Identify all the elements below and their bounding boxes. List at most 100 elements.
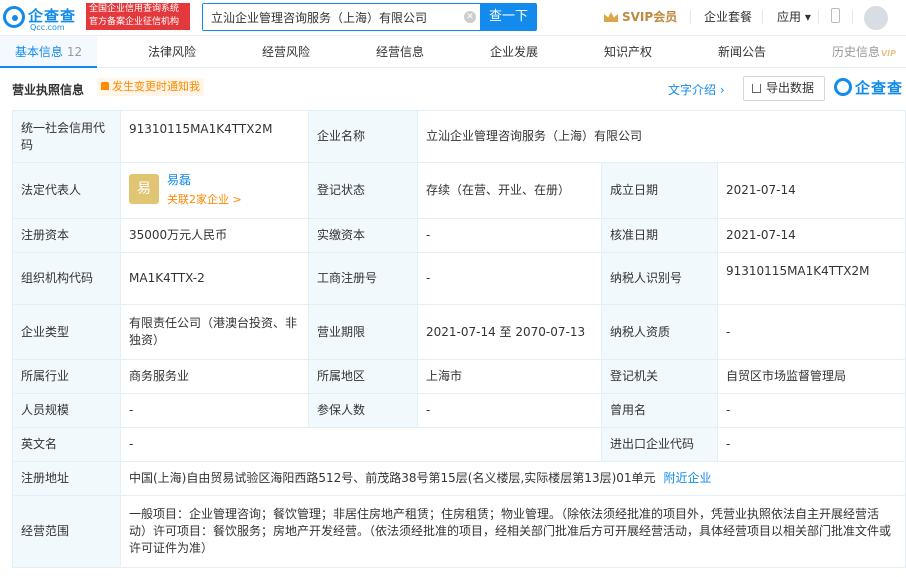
svip-link[interactable]: SVIP会员 bbox=[604, 8, 677, 25]
tab-operating-info[interactable]: 经营信息 bbox=[358, 36, 442, 68]
top-header: 企查查 Qcc.com 全国企业信用查询系统 官方备案企业征信机构 ✕ 查一下 … bbox=[0, 0, 906, 36]
tab-ip[interactable]: 知识产权 bbox=[586, 36, 670, 68]
table-row: 组织机构代码 MA1K4TTX-2 工商注册号 - 纳税人识别号 9131011… bbox=[12, 252, 906, 305]
est-date-value: 2021-07-14 bbox=[717, 162, 906, 219]
company-type-value: 有限责任公司（港澳台投资、非独资） bbox=[120, 304, 309, 360]
divider bbox=[762, 10, 763, 24]
reg-status-value: 存续（在营、开业、在册） bbox=[417, 162, 602, 219]
staff-value: - bbox=[120, 393, 309, 428]
official-badge: 全国企业信用查询系统 官方备案企业征信机构 bbox=[86, 3, 190, 30]
table-row: 经营范围 一般项目：企业管理咨询；餐饮管理；非居住房地产租赁；住房租赁；物业管理… bbox=[12, 495, 906, 568]
table-row: 英文名 - 进出口企业代码 - bbox=[12, 427, 906, 462]
search-button[interactable]: 查一下 bbox=[480, 3, 537, 31]
export-button[interactable]: 导出数据 bbox=[743, 76, 825, 101]
biz-term-value: 2021-07-14 至 2070-07-13 bbox=[417, 304, 602, 360]
paid-capital-value: - bbox=[417, 218, 602, 253]
industry-value: 商务服务业 bbox=[120, 359, 309, 394]
biz-reg-no-key: 工商注册号 bbox=[308, 252, 418, 305]
business-license-table: 统一社会信用代码 91310115MA1K4TTX2M 企业名称 立汕企业管理咨… bbox=[12, 110, 906, 568]
industry-key: 所属行业 bbox=[12, 359, 121, 394]
org-code-value: MA1K4TTX-2 bbox=[120, 252, 309, 305]
tab-legal-risk[interactable]: 法律风险 bbox=[130, 36, 214, 68]
logo-url: Qcc.com bbox=[30, 23, 65, 32]
logo-icon bbox=[3, 6, 25, 28]
notice-label: 发生变更时通知我 bbox=[112, 80, 200, 93]
nav-apps[interactable]: 应用 ▾ bbox=[777, 8, 811, 25]
reg-capital-value: 35000万元人民币 bbox=[120, 218, 309, 253]
reg-capital-key: 注册资本 bbox=[12, 218, 121, 253]
staff-key: 人员规模 bbox=[12, 393, 121, 428]
address-value: 中国(上海)自由贸易试验区海阳西路512号、前茂路38号第15层(名义楼层,实际… bbox=[129, 471, 656, 485]
divider bbox=[852, 10, 853, 24]
taxpayer-id-key: 纳税人识别号 bbox=[601, 252, 718, 305]
legal-rep-related-link[interactable]: 关联2家企业 > bbox=[167, 191, 242, 208]
company-type-key: 企业类型 bbox=[12, 304, 121, 360]
tab-label: 基本信息 bbox=[14, 45, 63, 59]
biz-reg-no-value: - bbox=[417, 252, 602, 305]
vip-badge: VIP bbox=[880, 49, 896, 58]
en-name-key: 英文名 bbox=[12, 427, 121, 462]
badge-line-1: 全国企业信用查询系统 bbox=[89, 4, 180, 14]
former-name-value: - bbox=[717, 393, 906, 428]
clear-icon[interactable]: ✕ bbox=[464, 11, 476, 23]
nearby-companies-link[interactable]: 附近企业 bbox=[664, 471, 712, 485]
taxpayer-q-key: 纳税人资质 bbox=[601, 304, 718, 360]
tab-operating-risk[interactable]: 经营风险 bbox=[244, 36, 328, 68]
legal-rep-avatar[interactable]: 易 bbox=[129, 173, 159, 204]
est-date-key: 成立日期 bbox=[601, 162, 718, 219]
company-name-value: 立汕企业管理咨询服务（上海）有限公司 bbox=[417, 110, 906, 163]
table-row: 企业类型 有限责任公司（港澳台投资、非独资） 营业期限 2021-07-14 至… bbox=[12, 304, 906, 360]
approve-date-value: 2021-07-14 bbox=[717, 218, 906, 253]
bell-icon bbox=[101, 82, 109, 90]
table-row: 注册地址 中国(上海)自由贸易试验区海阳西路512号、前茂路38号第15层(名义… bbox=[12, 461, 906, 496]
legal-rep-key: 法定代表人 bbox=[12, 162, 121, 219]
table-row: 所属行业 商务服务业 所属地区 上海市 登记机关 自贸区市场监督管理局 bbox=[12, 359, 906, 394]
org-code-key: 组织机构代码 bbox=[12, 252, 121, 305]
insured-value: - bbox=[417, 393, 602, 428]
search-input[interactable] bbox=[203, 4, 480, 30]
legal-rep-name[interactable]: 易磊 bbox=[167, 172, 191, 189]
tab-count: 12 bbox=[66, 45, 83, 59]
taxpayer-id-value: 91310115MA1K4TTX2M bbox=[717, 252, 906, 305]
ie-code-key: 进出口企业代码 bbox=[601, 427, 718, 462]
tab-basic-info[interactable]: 基本信息 12 bbox=[0, 36, 97, 68]
user-avatar-icon[interactable] bbox=[864, 6, 888, 30]
insured-key: 参保人数 bbox=[308, 393, 418, 428]
ie-code-value: - bbox=[717, 427, 906, 462]
region-key: 所属地区 bbox=[308, 359, 418, 394]
export-label: 导出数据 bbox=[766, 81, 815, 95]
table-row: 人员规模 - 参保人数 - 曾用名 - bbox=[12, 393, 906, 428]
tab-development[interactable]: 企业发展 bbox=[472, 36, 556, 68]
divider bbox=[690, 10, 691, 24]
address-cell: 中国(上海)自由贸易试验区海阳西路512号、前茂路38号第15层(名义楼层,实际… bbox=[120, 461, 906, 496]
mobile-icon[interactable] bbox=[831, 8, 840, 23]
credit-code-value: 91310115MA1K4TTX2M bbox=[120, 110, 309, 163]
brand-name: 企查查 bbox=[855, 79, 904, 97]
en-name-value: - bbox=[120, 427, 602, 462]
brand-logo-icon bbox=[834, 78, 852, 96]
search-box: ✕ bbox=[202, 3, 480, 31]
authority-value: 自贸区市场监督管理局 bbox=[717, 359, 906, 394]
change-notify-button[interactable]: 发生变更时通知我 bbox=[97, 78, 204, 96]
legal-rep-cell: 易 易磊 关联2家企业 > bbox=[120, 162, 309, 219]
table-row: 注册资本 35000万元人民币 实缴资本 - 核准日期 2021-07-14 bbox=[12, 218, 906, 253]
former-name-key: 曾用名 bbox=[601, 393, 718, 428]
badge-line-2: 官方备案企业征信机构 bbox=[89, 17, 180, 27]
paid-capital-key: 实缴资本 bbox=[308, 218, 418, 253]
table-row: 统一社会信用代码 91310115MA1K4TTX2M 企业名称 立汕企业管理咨… bbox=[12, 110, 906, 163]
company-name-key: 企业名称 bbox=[308, 110, 418, 163]
text-intro-link[interactable]: 文字介绍 › bbox=[668, 81, 725, 98]
section-title: 营业执照信息 bbox=[12, 83, 85, 97]
tab-news[interactable]: 新闻公告 bbox=[700, 36, 784, 68]
qcc-logo[interactable]: 企查查 Qcc.com bbox=[3, 4, 81, 32]
taxpayer-q-value: - bbox=[717, 304, 906, 360]
nav-package[interactable]: 企业套餐 bbox=[704, 8, 752, 25]
table-row: 法定代表人 易 易磊 关联2家企业 > 登记状态 存续（在营、开业、在册） 成立… bbox=[12, 162, 906, 219]
scope-key: 经营范围 bbox=[12, 495, 121, 568]
tab-history[interactable]: 历史信息 VIP bbox=[814, 36, 898, 68]
tab-label: 历史信息 bbox=[831, 45, 880, 59]
active-tab-indicator bbox=[0, 66, 97, 68]
authority-key: 登记机关 bbox=[601, 359, 718, 394]
biz-term-key: 营业期限 bbox=[308, 304, 418, 360]
approve-date-key: 核准日期 bbox=[601, 218, 718, 253]
